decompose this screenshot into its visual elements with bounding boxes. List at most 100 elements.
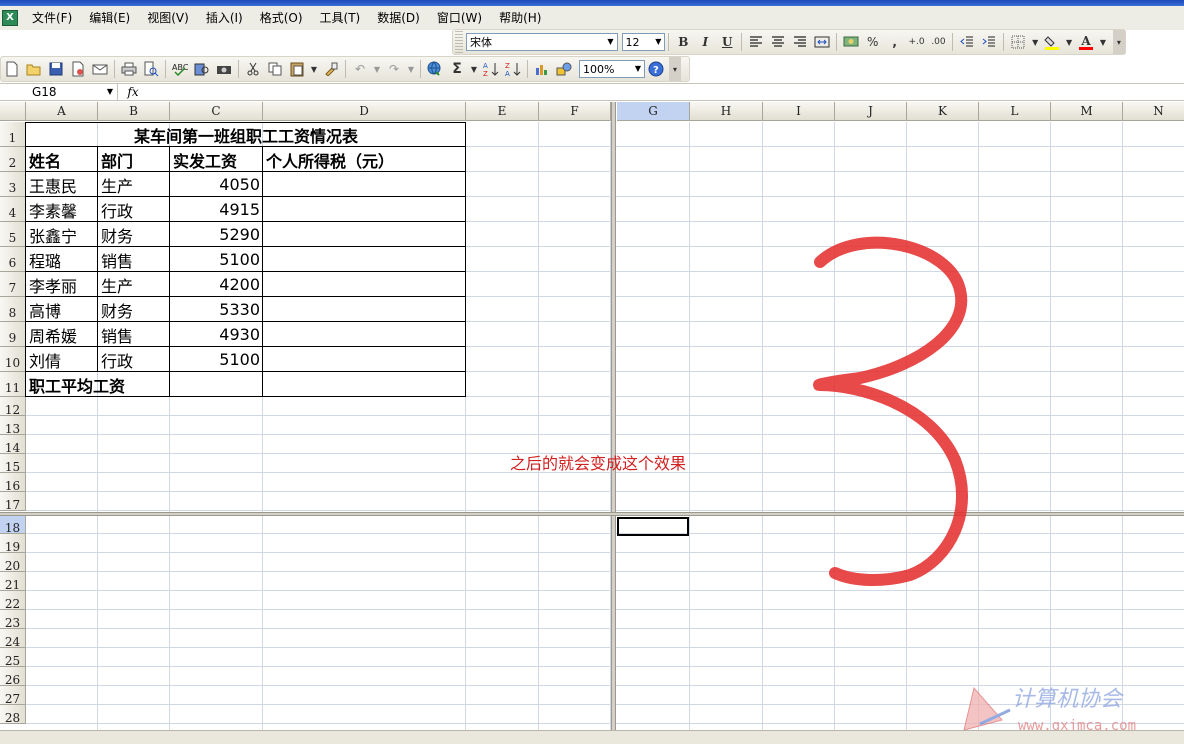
- align-left-button[interactable]: [745, 31, 767, 53]
- row-header-24[interactable]: 24: [0, 629, 26, 649]
- sort-descending-button[interactable]: ZA: [502, 58, 524, 80]
- row-header-7[interactable]: 7: [0, 272, 26, 297]
- copy-button[interactable]: [264, 58, 286, 80]
- research-button[interactable]: [191, 58, 213, 80]
- autosum-dropdown[interactable]: ▼: [468, 58, 480, 80]
- column-header-c[interactable]: C: [170, 102, 263, 121]
- tax-cell[interactable]: [263, 172, 466, 197]
- name-cell[interactable]: 张鑫宁: [26, 222, 98, 247]
- menu-edit[interactable]: 编辑(E): [81, 8, 139, 28]
- permission-button[interactable]: [67, 58, 89, 80]
- row-header-6[interactable]: 6: [0, 247, 26, 272]
- tax-cell[interactable]: [263, 222, 466, 247]
- italic-button[interactable]: I: [694, 31, 716, 53]
- zoom-select[interactable]: 100% ▼: [579, 60, 645, 78]
- column-header-a[interactable]: A: [26, 102, 98, 121]
- menu-data[interactable]: 数据(D): [369, 8, 429, 28]
- name-box[interactable]: G18 ▼: [0, 84, 118, 100]
- row-header-21[interactable]: 21: [0, 572, 26, 592]
- drawing-button[interactable]: [553, 58, 575, 80]
- save-button[interactable]: [45, 58, 67, 80]
- dept-cell[interactable]: 行政: [98, 347, 170, 372]
- fill-color-dropdown[interactable]: ▼: [1063, 31, 1075, 53]
- cut-button[interactable]: [242, 58, 264, 80]
- salary-cell[interactable]: 4915: [170, 197, 263, 222]
- row-header-27[interactable]: 27: [0, 686, 26, 706]
- dept-cell[interactable]: 行政: [98, 197, 170, 222]
- dept-cell[interactable]: 生产: [98, 272, 170, 297]
- column-header-b[interactable]: B: [98, 102, 170, 121]
- insert-function-icon[interactable]: fx: [118, 85, 148, 99]
- salary-cell[interactable]: 4050: [170, 172, 263, 197]
- column-header-k[interactable]: K: [907, 102, 979, 121]
- decrease-decimal-button[interactable]: .00: [928, 31, 950, 53]
- menu-window[interactable]: 窗口(W): [429, 8, 491, 28]
- align-right-button[interactable]: [789, 31, 811, 53]
- align-center-button[interactable]: [767, 31, 789, 53]
- header-cell-name[interactable]: 姓名: [26, 147, 98, 172]
- paste-dropdown[interactable]: ▼: [308, 58, 320, 80]
- increase-indent-button[interactable]: [978, 31, 1000, 53]
- tax-cell[interactable]: [263, 322, 466, 347]
- format-painter-button[interactable]: [320, 58, 342, 80]
- open-button[interactable]: [23, 58, 45, 80]
- column-header-d[interactable]: D: [263, 102, 466, 121]
- column-header-g[interactable]: G: [617, 102, 690, 121]
- salary-cell[interactable]: 5100: [170, 347, 263, 372]
- borders-dropdown[interactable]: ▼: [1029, 31, 1041, 53]
- row-header-11[interactable]: 11: [0, 372, 26, 397]
- row-header-25[interactable]: 25: [0, 648, 26, 668]
- dept-cell[interactable]: 财务: [98, 222, 170, 247]
- active-cell-g18[interactable]: [617, 517, 689, 536]
- name-cell[interactable]: 高博: [26, 297, 98, 322]
- menu-format[interactable]: 格式(O): [252, 8, 312, 28]
- worksheet-grid[interactable]: ABCDEFGHIJKLMN 1 2 3 4 5 6 7 8 9 10 11 12 13 14 15 16 17…: [0, 102, 1184, 730]
- print-preview-button[interactable]: [140, 58, 162, 80]
- font-color-button[interactable]: A: [1075, 31, 1097, 53]
- salary-cell[interactable]: 5100: [170, 247, 263, 272]
- tax-cell[interactable]: [263, 272, 466, 297]
- name-cell[interactable]: 李孝丽: [26, 272, 98, 297]
- row-header-23[interactable]: 23: [0, 610, 26, 630]
- dept-cell[interactable]: 生产: [98, 172, 170, 197]
- toolbar-options-button[interactable]: ▾: [1112, 30, 1125, 54]
- row-header-13[interactable]: 13: [0, 416, 26, 436]
- redo-button[interactable]: ↷: [383, 58, 405, 80]
- row-header-18[interactable]: 18: [0, 515, 26, 535]
- column-header-f[interactable]: F: [539, 102, 611, 121]
- vertical-split-bar[interactable]: [611, 102, 616, 730]
- column-header-j[interactable]: J: [835, 102, 907, 121]
- salary-cell[interactable]: 5330: [170, 297, 263, 322]
- row-header-9[interactable]: 9: [0, 322, 26, 347]
- chart-wizard-button[interactable]: [531, 58, 553, 80]
- name-cell[interactable]: 程璐: [26, 247, 98, 272]
- column-header-i[interactable]: I: [763, 102, 835, 121]
- sheet-title-cell[interactable]: 某车间第一班组职工工资情况表: [26, 122, 466, 147]
- font-color-dropdown[interactable]: ▼: [1097, 31, 1109, 53]
- header-cell-salary[interactable]: 实发工资: [170, 147, 263, 172]
- sort-ascending-button[interactable]: AZ: [480, 58, 502, 80]
- row-header-8[interactable]: 8: [0, 297, 26, 322]
- menu-insert[interactable]: 插入(I): [198, 8, 252, 28]
- merge-center-button[interactable]: [811, 31, 833, 53]
- decrease-indent-button[interactable]: [956, 31, 978, 53]
- borders-button[interactable]: [1007, 31, 1029, 53]
- email-button[interactable]: [89, 58, 111, 80]
- tax-cell[interactable]: [263, 297, 466, 322]
- dept-cell[interactable]: 销售: [98, 247, 170, 272]
- comma-button[interactable]: ,: [884, 31, 906, 53]
- toolbar-options-button[interactable]: ▾: [669, 57, 681, 81]
- row-header-1[interactable]: 1: [0, 122, 26, 147]
- salary-cell[interactable]: 4930: [170, 322, 263, 347]
- row-header-26[interactable]: 26: [0, 667, 26, 687]
- row-header-15[interactable]: 15: [0, 454, 26, 474]
- menu-file[interactable]: 文件(F): [24, 8, 81, 28]
- column-header-n[interactable]: N: [1123, 102, 1184, 121]
- name-cell[interactable]: 周希媛: [26, 322, 98, 347]
- camera-button[interactable]: [213, 58, 235, 80]
- spelling-button[interactable]: ABC: [169, 58, 191, 80]
- column-header-h[interactable]: H: [690, 102, 763, 121]
- redo-dropdown[interactable]: ▼: [405, 58, 417, 80]
- tax-cell[interactable]: [263, 247, 466, 272]
- row-header-16[interactable]: 16: [0, 473, 26, 493]
